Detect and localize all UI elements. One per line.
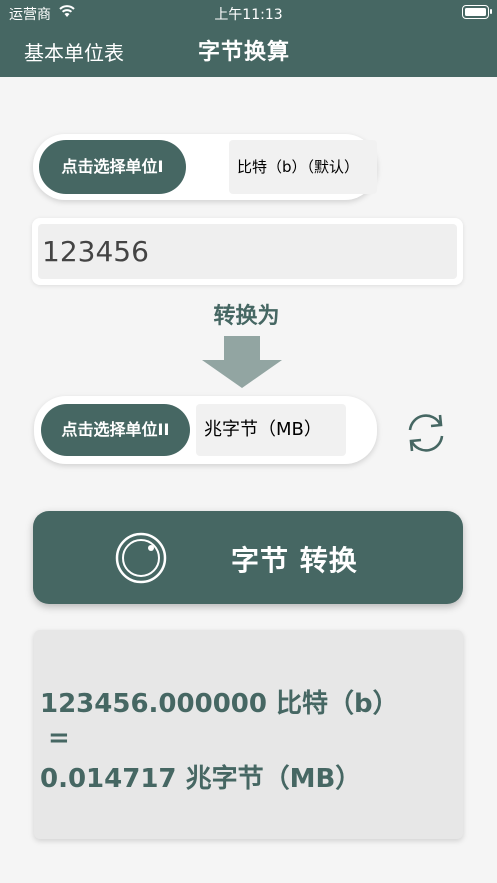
to-unit-selector: 点击选择单位II 兆字节（MB） — [34, 396, 377, 464]
choose-unit-1-button[interactable]: 点击选择单位I — [39, 140, 186, 194]
choose-unit-2-button[interactable]: 点击选择单位II — [41, 404, 190, 456]
app-header: 运营商 上午11:13 基本单位表 字节换算 — [0, 0, 497, 77]
result-panel: 123456.000000 比特（b） = 0.014717 兆字节（MB） — [34, 630, 463, 839]
convert-to-label: 转换为 — [213, 304, 280, 329]
to-unit-value: 兆字节（MB） — [196, 404, 346, 456]
from-unit-selector: 点击选择单位I 比特（b）（默认） — [33, 134, 377, 200]
convert-button-label: 字节 转换 — [231, 544, 358, 577]
result-equals: = — [48, 723, 70, 753]
convert-button[interactable]: 字节 转换 — [33, 511, 463, 604]
value-input[interactable] — [38, 224, 457, 279]
result-target: 0.014717 兆字节（MB） — [40, 764, 362, 794]
from-unit-value: 比特（b）（默认） — [229, 140, 377, 194]
swap-refresh-icon[interactable] — [404, 412, 448, 454]
arrow-down-icon — [202, 336, 282, 388]
input-container — [32, 218, 463, 285]
battery-icon — [462, 5, 492, 19]
ring-icon — [115, 532, 167, 584]
unit-table-link[interactable]: 基本单位表 — [24, 37, 124, 66]
page-title: 字节换算 — [198, 40, 291, 65]
status-bar: 运营商 上午11:13 — [0, 0, 497, 26]
status-time: 上午11:13 — [214, 7, 283, 23]
result-source: 123456.000000 比特（b） — [40, 689, 399, 719]
